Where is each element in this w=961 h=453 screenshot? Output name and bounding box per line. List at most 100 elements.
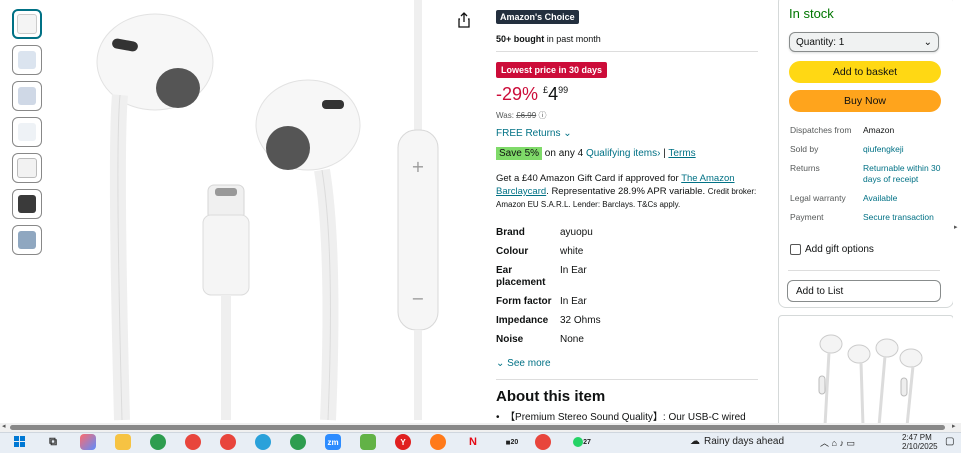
bought-rest: in past month [544, 34, 601, 44]
qualifying-items-link[interactable]: Qualifying items [586, 148, 657, 159]
spec-row: Impedance 32 Ohms [496, 315, 601, 334]
seller-info: Dispatches from Amazon Sold by qiufengkeji… [790, 125, 943, 231]
scrollbar-thumb[interactable] [10, 425, 945, 430]
network-icon[interactable]: ⌂ [832, 438, 837, 448]
info-icon[interactable]: ⓘ [538, 111, 546, 120]
whatsapp-icon[interactable]: 27 [570, 434, 594, 450]
info-row: Payment Secure transaction [790, 212, 943, 231]
chevron-up-icon[interactable]: ︿ [820, 438, 829, 448]
thumbnail-7[interactable] [12, 225, 42, 255]
gift-options[interactable]: Add gift options [790, 244, 874, 255]
volume-icon[interactable]: ♪ [839, 438, 844, 448]
info-key: Returns [790, 163, 820, 173]
amazons-choice-badge[interactable]: Amazon's Choice [496, 10, 579, 24]
price-block: -29% £499 [496, 84, 568, 105]
chrome-icon-5[interactable] [535, 434, 551, 450]
thumbnail-strip [12, 9, 44, 261]
widgets-icon[interactable] [80, 434, 96, 450]
thumbnail-1[interactable] [12, 9, 42, 39]
was-label: Was: [496, 111, 514, 120]
deal-badge: Lowest price in 30 days [496, 62, 608, 78]
spec-row: Form factor In Ear [496, 296, 601, 315]
bought-bold: 50+ bought [496, 34, 545, 44]
price: £499 [543, 84, 568, 104]
clock-date: 2/10/2025 [902, 442, 938, 451]
thumbnail-4[interactable] [12, 117, 42, 147]
scroll-left-icon[interactable]: ◂ [2, 422, 6, 430]
stock-status: In stock [789, 6, 834, 21]
scroll-arrow-icon[interactable]: ▸ [954, 223, 958, 231]
coupon-row: Save 5% on any 4 Qualifying items› | Ter… [496, 147, 696, 160]
info-key: Dispatches from [790, 125, 852, 135]
thumbnail-2[interactable] [12, 45, 42, 75]
scroll-right-icon[interactable]: ▸ [952, 422, 956, 430]
gift-checkbox[interactable] [790, 244, 801, 255]
file-explorer-icon[interactable] [115, 434, 131, 450]
firefox-icon[interactable] [430, 434, 446, 450]
gift-label: Add gift options [805, 244, 874, 255]
info-key: Legal warranty [790, 193, 846, 203]
spec-value: white [560, 246, 584, 257]
about-title: About this item [496, 388, 606, 405]
system-tray[interactable]: ︿ ⌂ ♪ ▭ [820, 436, 855, 449]
divider [496, 51, 758, 52]
thumbnail-3[interactable] [12, 81, 42, 111]
free-returns-link[interactable]: FREE Returns ⌄ [496, 128, 572, 139]
weather-widget[interactable]: ☁ Rainy days ahead [690, 436, 784, 447]
see-more-link[interactable]: ⌄ See more [496, 358, 551, 369]
thumbnail-6[interactable] [12, 189, 42, 219]
clock[interactable]: 2:47 PM 2/10/2025 [902, 433, 938, 451]
divider [788, 270, 940, 271]
divider [496, 379, 758, 380]
giftcard-offer: Get a £40 Amazon Gift Card if approved f… [496, 172, 758, 211]
chevron-down-icon: ⌄ [496, 358, 505, 369]
spec-key: Ear placement [496, 265, 546, 288]
free-returns-label: FREE Returns [496, 128, 561, 139]
add-to-list-button[interactable]: Add to List [787, 280, 941, 302]
chrome-icon-4[interactable] [290, 434, 306, 450]
product-main-image[interactable]: + − [60, 0, 455, 425]
spec-row: Ear placement In Ear [496, 265, 601, 296]
save-rest: on any 4 [542, 148, 586, 159]
share-icon[interactable] [458, 12, 470, 33]
seller-link[interactable]: qiufengkeji [863, 144, 943, 163]
spec-value: 32 Ohms [560, 315, 601, 326]
yandex-icon[interactable]: Y [395, 434, 411, 450]
task-view-icon[interactable]: ⧉ [45, 434, 61, 450]
svg-text:−: − [411, 289, 424, 308]
app-icon[interactable] [360, 434, 376, 450]
vertical-scrollbar[interactable]: ▸ [953, 0, 961, 425]
warranty-link[interactable]: Available [863, 193, 943, 212]
netflix-icon[interactable]: N [465, 434, 481, 450]
price-whole: 4 [548, 84, 559, 104]
chrome-icon-2[interactable] [185, 434, 201, 450]
add-to-basket-button[interactable]: Add to basket [789, 61, 941, 83]
spec-value: ayuopu [560, 227, 593, 238]
telegram-icon[interactable] [255, 434, 271, 450]
spec-row: Brand ayuopu [496, 227, 601, 246]
thumbnail-5[interactable] [12, 153, 42, 183]
spec-key: Form factor [496, 296, 552, 307]
returns-link[interactable]: Returnable within 30 days of receipt [863, 163, 943, 193]
whatsapp-badge: 27 [583, 438, 591, 446]
payment-link[interactable]: Secure transaction [863, 212, 943, 231]
zoom-icon[interactable]: zm [325, 434, 341, 450]
windows-start-icon[interactable] [12, 434, 28, 450]
terms-link[interactable]: Terms [668, 148, 695, 159]
save-badge: Save 5% [496, 147, 543, 160]
teams-icon[interactable]: ■ 20 [500, 434, 524, 450]
spec-key: Colour [496, 246, 529, 257]
teams-badge: 20 [510, 438, 519, 446]
quantity-label: Quantity: 1 [796, 36, 845, 48]
spec-value: In Ear [560, 265, 587, 276]
giftcard-text2: . Representative 28.9% APR variable. [546, 186, 708, 197]
buy-now-button[interactable]: Buy Now [789, 90, 941, 112]
sponsored-product-image[interactable] [778, 315, 954, 427]
battery-icon[interactable]: ▭ [847, 438, 856, 448]
notifications-icon[interactable]: ▢ [945, 436, 954, 447]
chrome-icon-3[interactable] [220, 434, 236, 450]
chrome-icon[interactable] [150, 434, 166, 450]
quantity-select[interactable]: Quantity: 1 ⌄ [789, 32, 939, 52]
bought-count: 50+ bought in past month [496, 34, 601, 44]
spec-key: Brand [496, 227, 525, 238]
